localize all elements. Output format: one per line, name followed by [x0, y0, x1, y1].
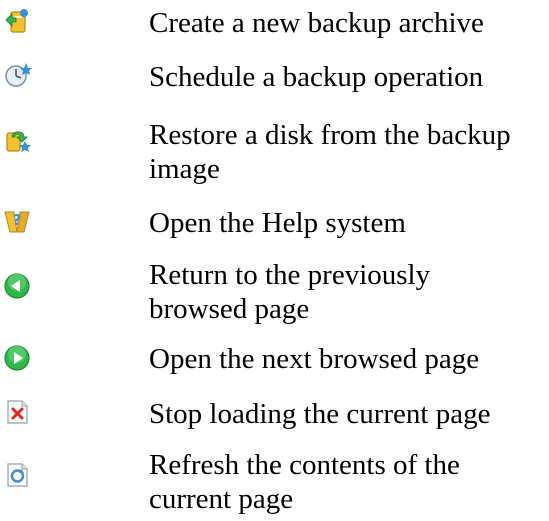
- legend-text: Create a new backup archive: [149, 7, 484, 39]
- legend-text: Open the next browsed page: [149, 343, 480, 375]
- stop-icon: [2, 397, 32, 427]
- legend-text: Refresh the contents of the current page: [149, 449, 460, 515]
- forward-arrow-icon: [2, 343, 32, 373]
- help-icon: ?: [2, 206, 32, 236]
- legend-text: Open the Help system: [149, 207, 406, 239]
- schedule-icon: [2, 60, 32, 90]
- restore-disk-icon: [2, 125, 32, 155]
- back-arrow-icon: [2, 271, 32, 301]
- svg-text:?: ?: [13, 211, 22, 229]
- backup-archive-icon: [2, 6, 32, 36]
- legend-text: Restore a disk from the backup image: [149, 119, 511, 185]
- legend-text: Return to the previously browsed page: [149, 259, 431, 325]
- refresh-icon: [2, 460, 32, 490]
- legend-text: Schedule a backup operation: [149, 61, 484, 93]
- legend-text: Stop loading the current page: [149, 398, 491, 430]
